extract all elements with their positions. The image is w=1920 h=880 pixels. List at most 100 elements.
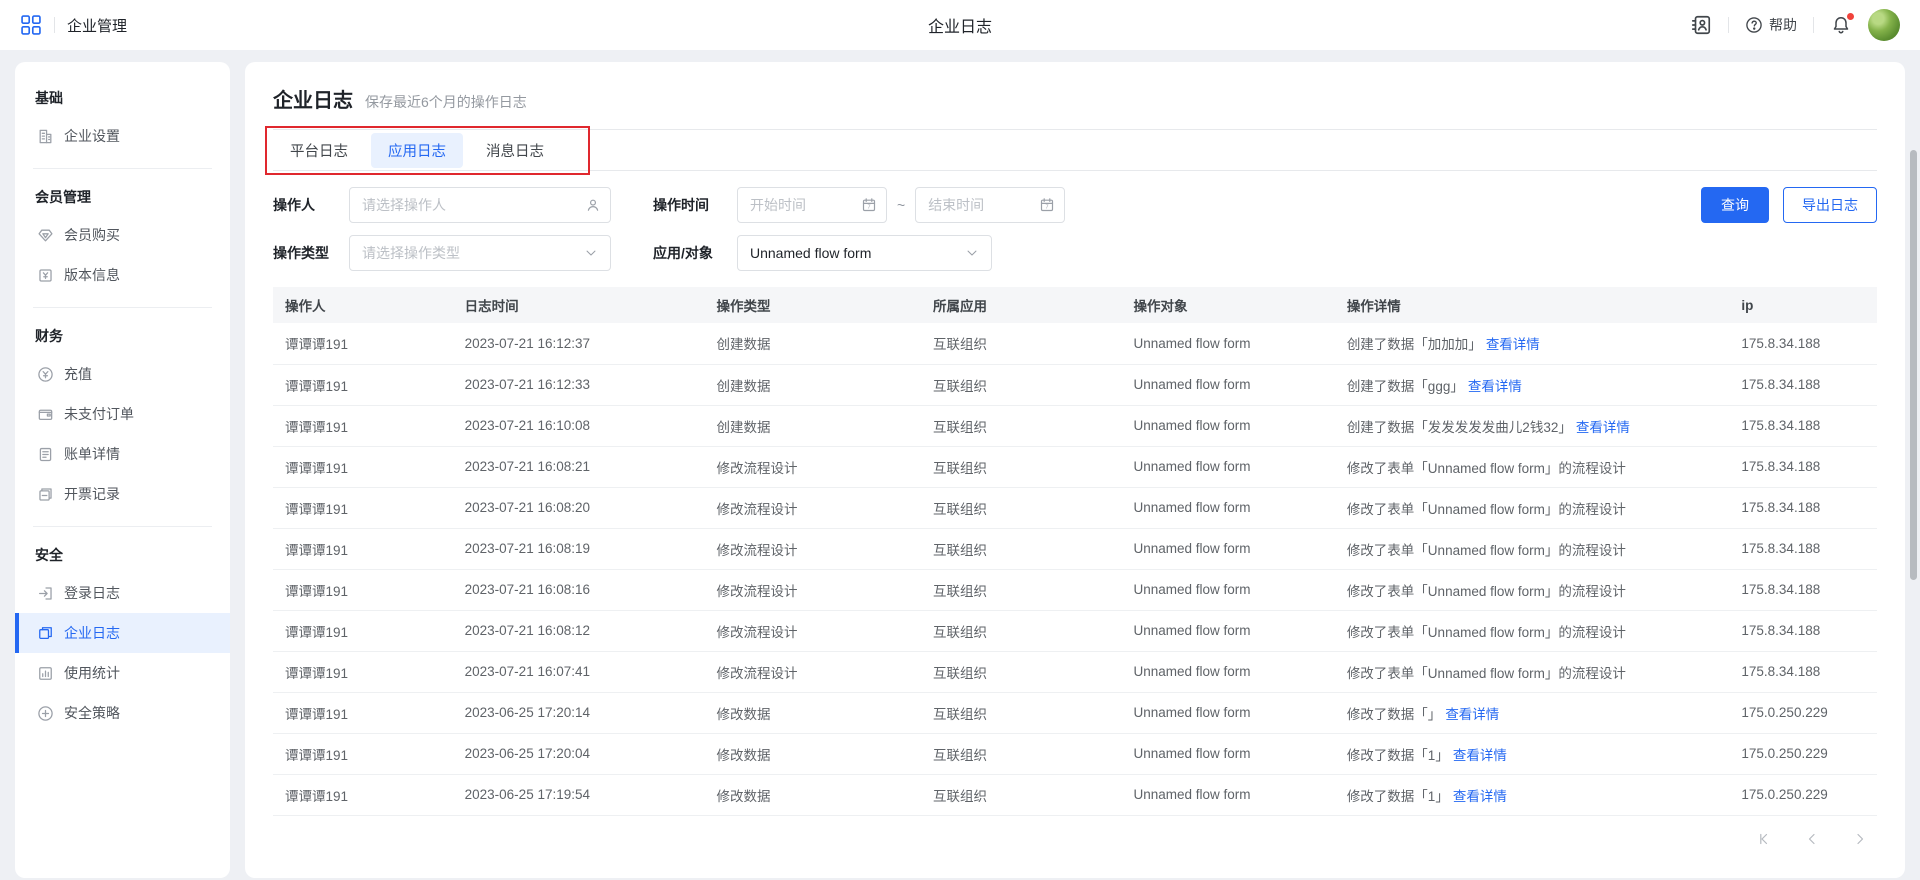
bill-detail-icon [37, 446, 54, 463]
help-label: 帮助 [1769, 15, 1797, 35]
sidebar-divider [33, 168, 212, 169]
sidebar-item-recharge[interactable]: 充值 [15, 354, 230, 394]
cell-detail: 修改了表单「Unnamed flow form」的流程设计 [1335, 651, 1730, 692]
cell-app: 互联组织 [921, 733, 1122, 774]
detail-text: 创建了数据「ggg」 [1347, 379, 1464, 394]
tab-active[interactable]: 应用日志 [371, 133, 463, 168]
sidebar-item-enterprise-log[interactable]: 企业日志 [15, 613, 230, 653]
operation-type-label: 操作类型 [273, 243, 349, 263]
cell-app: 互联组织 [921, 692, 1122, 733]
cell-app: 互联组织 [921, 446, 1122, 487]
view-detail-link[interactable]: 查看详情 [1453, 789, 1507, 804]
cell-operator: 谭谭谭191 [273, 774, 453, 815]
cell-time: 2023-07-21 16:08:16 [453, 569, 705, 610]
org-directory-icon[interactable] [1690, 14, 1712, 36]
prev-page-button[interactable] [1803, 830, 1821, 848]
cell-ip: 175.0.250.229 [1729, 733, 1877, 774]
tab-inactive[interactable]: 平台日志 [273, 133, 365, 168]
sidebar-section-heading: 会员管理 [15, 181, 230, 215]
tab-inactive[interactable]: 消息日志 [469, 133, 561, 168]
cell-type: 修改数据 [704, 774, 921, 815]
header-divider [1728, 17, 1729, 33]
cell-detail: 修改了表单「Unnamed flow form」的流程设计 [1335, 446, 1730, 487]
column-header: 操作对象 [1121, 287, 1334, 323]
log-tabs: 平台日志应用日志消息日志 [273, 129, 1877, 171]
view-detail-link[interactable]: 查看详情 [1486, 337, 1540, 352]
cell-operator: 谭谭谭191 [273, 487, 453, 528]
table-row: 谭谭谭1912023-06-25 17:20:04修改数据互联组织Unnamed… [273, 733, 1877, 774]
notification-dot [1847, 13, 1854, 20]
sidebar-item-label: 账单详情 [64, 444, 120, 464]
cell-target: Unnamed flow form [1121, 487, 1334, 528]
sidebar-item-building[interactable]: 企业设置 [15, 116, 230, 156]
sidebar-item-usage-stats[interactable]: 使用统计 [15, 653, 230, 693]
operator-input[interactable] [349, 187, 611, 223]
detail-text: 修改了表单「Unnamed flow form」的流程设计 [1347, 543, 1626, 558]
view-detail-link[interactable]: 查看详情 [1453, 748, 1507, 763]
table-row: 谭谭谭1912023-07-21 16:07:41修改流程设计互联组织Unnam… [273, 651, 1877, 692]
sidebar-item-wallet[interactable]: 未支付订单 [15, 394, 230, 434]
cell-target: Unnamed flow form [1121, 692, 1334, 733]
cell-target: Unnamed flow form [1121, 528, 1334, 569]
table-row: 谭谭谭1912023-07-21 16:12:37创建数据互联组织Unnamed… [273, 323, 1877, 364]
invoice-record-icon [37, 486, 54, 503]
building-icon [37, 128, 54, 145]
detail-text: 创建了数据「发发发发发曲儿2钱32」 [1347, 420, 1572, 435]
cell-operator: 谭谭谭191 [273, 733, 453, 774]
sidebar-item-security-policy[interactable]: 安全策略 [15, 693, 230, 733]
cell-ip: 175.8.34.188 [1729, 446, 1877, 487]
cell-time: 2023-06-25 17:20:04 [453, 733, 705, 774]
view-detail-link[interactable]: 查看详情 [1468, 379, 1522, 394]
scrollbar[interactable] [1910, 150, 1917, 580]
cell-operator: 谭谭谭191 [273, 405, 453, 446]
avatar[interactable] [1868, 9, 1900, 41]
operation-type-select[interactable]: 请选择操作类型 [349, 235, 611, 271]
sidebar-item-label: 充值 [64, 364, 92, 384]
notification-bell-icon[interactable] [1830, 14, 1852, 36]
recharge-icon [37, 366, 54, 383]
sidebar-item-label: 未支付订单 [64, 404, 134, 424]
app-object-select[interactable]: Unnamed flow form [737, 235, 992, 271]
sidebar-item-gem[interactable]: 会员购买 [15, 215, 230, 255]
cell-app: 互联组织 [921, 323, 1122, 364]
first-page-button[interactable] [1755, 830, 1773, 848]
sidebar-item-login-log[interactable]: 登录日志 [15, 573, 230, 613]
cell-target: Unnamed flow form [1121, 774, 1334, 815]
table-row: 谭谭谭1912023-07-21 16:08:12修改流程设计互联组织Unnam… [273, 610, 1877, 651]
cell-detail: 修改了数据「1」查看详情 [1335, 774, 1730, 815]
detail-text: 修改了表单「Unnamed flow form」的流程设计 [1347, 584, 1626, 599]
table-row: 谭谭谭1912023-07-21 16:08:21修改流程设计互联组织Unnam… [273, 446, 1877, 487]
help-button[interactable]: 帮助 [1745, 15, 1797, 35]
detail-text: 修改了表单「Unnamed flow form」的流程设计 [1347, 502, 1626, 517]
column-header: 所属应用 [921, 287, 1122, 323]
query-button[interactable]: 查询 [1701, 187, 1769, 223]
cell-time: 2023-06-25 17:20:14 [453, 692, 705, 733]
cell-ip: 175.8.34.188 [1729, 651, 1877, 692]
export-logs-button[interactable]: 导出日志 [1783, 187, 1877, 223]
view-detail-link[interactable]: 查看详情 [1445, 707, 1499, 722]
cell-time: 2023-07-21 16:08:20 [453, 487, 705, 528]
cell-target: Unnamed flow form [1121, 651, 1334, 692]
table-row: 谭谭谭1912023-06-25 17:20:14修改数据互联组织Unnamed… [273, 692, 1877, 733]
detail-text: 创建了数据「加加加」 [1347, 337, 1482, 352]
cell-detail: 修改了数据「1」查看详情 [1335, 733, 1730, 774]
cell-type: 修改流程设计 [704, 651, 921, 692]
cell-target: Unnamed flow form [1121, 610, 1334, 651]
header-divider [54, 17, 55, 33]
cell-operator: 谭谭谭191 [273, 364, 453, 405]
cell-detail: 修改了表单「Unnamed flow form」的流程设计 [1335, 487, 1730, 528]
cell-app: 互联组织 [921, 610, 1122, 651]
cell-ip: 175.8.34.188 [1729, 405, 1877, 446]
sidebar-item-bill-detail[interactable]: 账单详情 [15, 434, 230, 474]
top-header: 企业管理 企业日志 帮助 [0, 0, 1920, 50]
view-detail-link[interactable]: 查看详情 [1576, 420, 1630, 435]
next-page-button[interactable] [1851, 830, 1869, 848]
cell-app: 互联组织 [921, 528, 1122, 569]
table-header-row: 操作人日志时间操作类型所属应用操作对象操作详情ip [273, 287, 1877, 323]
cell-operator: 谭谭谭191 [273, 651, 453, 692]
section-title: 企业日志 [273, 84, 353, 113]
apps-grid-icon[interactable] [20, 14, 42, 36]
cell-type: 创建数据 [704, 405, 921, 446]
sidebar-item-version-info[interactable]: 版本信息 [15, 255, 230, 295]
sidebar-item-invoice-record[interactable]: 开票记录 [15, 474, 230, 514]
